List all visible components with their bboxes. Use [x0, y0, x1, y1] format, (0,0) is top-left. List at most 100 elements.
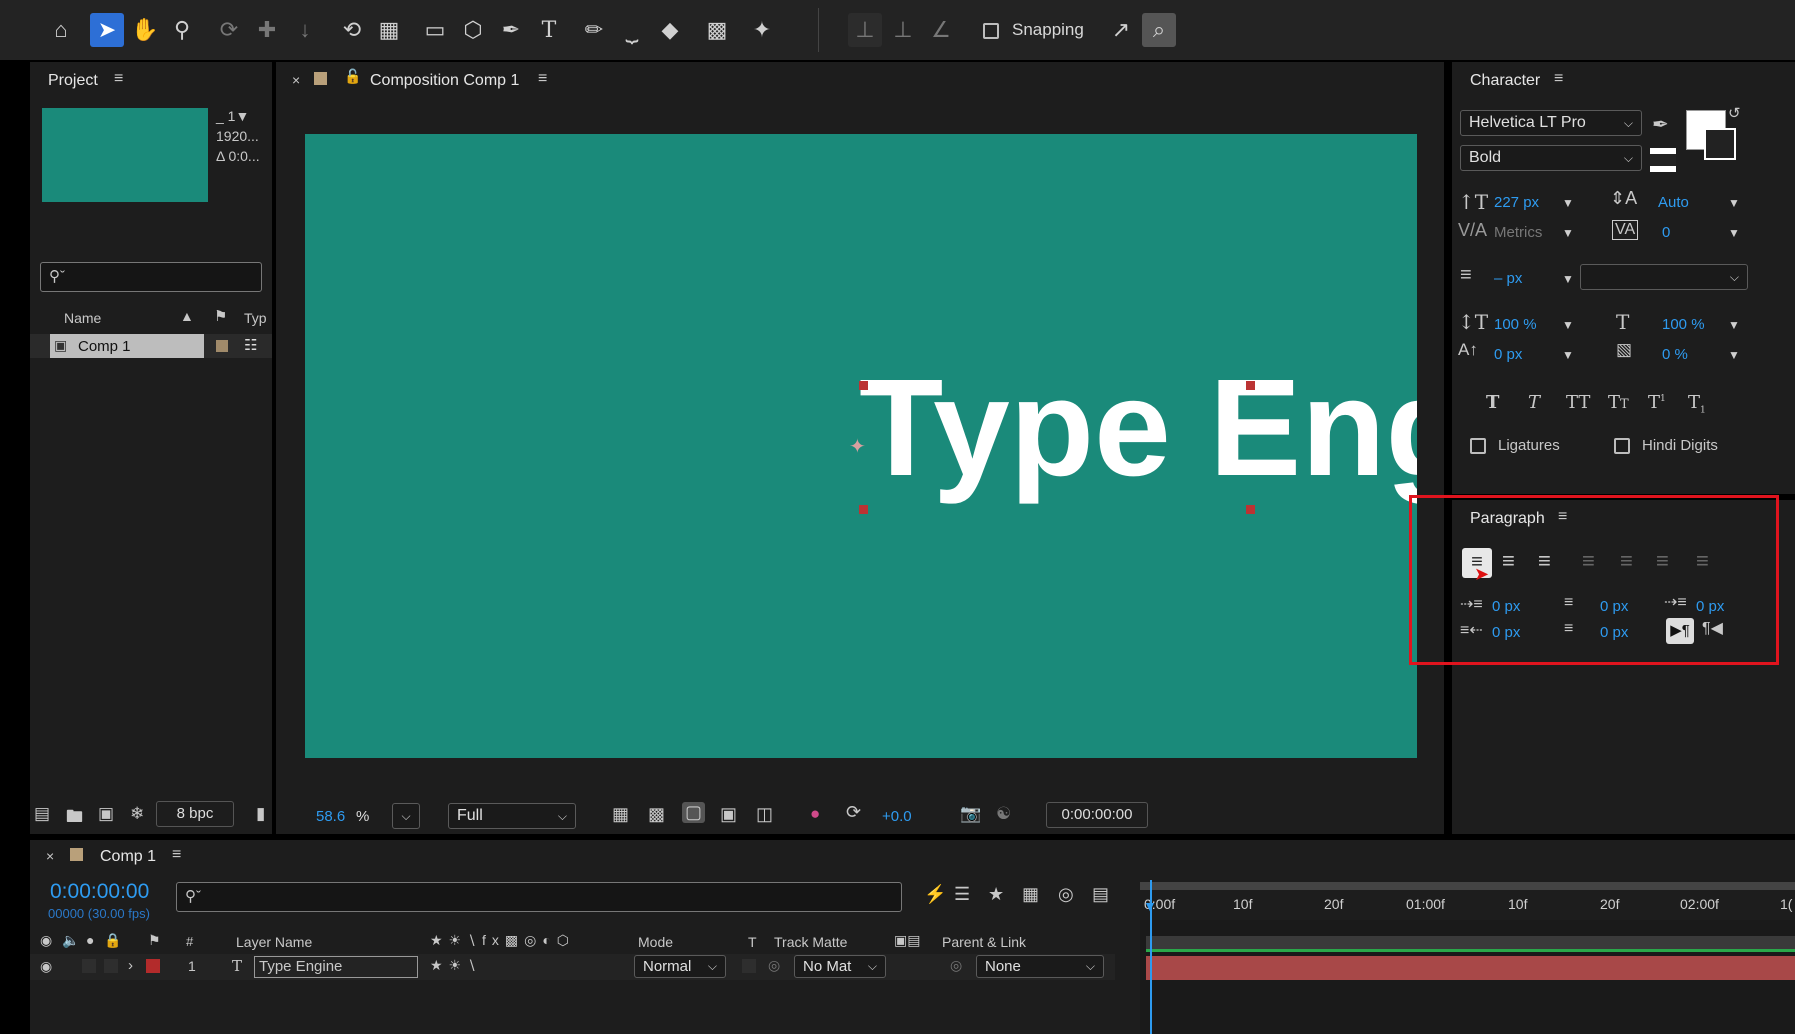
roto-brush-icon[interactable]: ▩	[700, 13, 734, 47]
chevron-down-icon[interactable]: ▼	[1728, 348, 1740, 362]
parent-dropdown[interactable]: None ⌵	[976, 955, 1104, 978]
panel-menu-icon[interactable]: ≡	[1554, 70, 1563, 88]
view-axis-icon[interactable]: ∠	[924, 13, 958, 47]
tracking-value[interactable]: 0	[1662, 224, 1670, 241]
column-type[interactable]: Typ	[244, 310, 267, 326]
ligatures-checkbox[interactable]	[1470, 438, 1486, 454]
kerning-value[interactable]: Metrics	[1494, 224, 1542, 241]
mode-dropdown[interactable]: Normal ⌵	[634, 955, 726, 978]
solo-box[interactable]	[82, 959, 96, 973]
chevron-down-icon[interactable]: ▼	[1728, 226, 1740, 240]
work-area-bar[interactable]	[1140, 882, 1795, 890]
rotate-tool-icon[interactable]: ⟲	[335, 13, 369, 47]
home-icon[interactable]: ⌂	[44, 13, 78, 47]
eye-icon[interactable]: ◉	[40, 958, 52, 975]
shy-layers-icon[interactable]: ☰	[954, 884, 970, 905]
draft-3d-icon[interactable]: ⚡	[924, 884, 946, 905]
anchor-point-tool-icon[interactable]: ▦	[372, 13, 406, 47]
layer-name-field[interactable]: Type Engine	[254, 956, 418, 978]
layer-switch-icons[interactable]: ★☀∖	[430, 957, 482, 974]
selection-tool-icon[interactable]: ➤	[90, 13, 124, 47]
bbox-handle[interactable]	[859, 505, 868, 514]
lock-icon[interactable]: 🔓	[344, 68, 361, 85]
chevron-down-icon[interactable]: ▼	[1562, 348, 1574, 362]
new-composition-icon[interactable]: ▣	[98, 804, 114, 824]
type-tool-icon[interactable]: T	[532, 13, 566, 47]
baseline-shift-value[interactable]: 0 px	[1494, 346, 1522, 363]
no-fill-swatch[interactable]	[1650, 148, 1676, 172]
layer-duration-bar[interactable]	[1146, 956, 1795, 980]
chevron-down-icon[interactable]: ▼	[1728, 196, 1740, 210]
table-row[interactable]: ◉ › 1 T Type Engine ★☀∖ Normal ⌵ ◎ No Ma…	[30, 954, 1115, 980]
faux-bold-button[interactable]: T	[1486, 392, 1499, 413]
superscript-button[interactable]: T1	[1648, 392, 1666, 413]
panel-menu-icon[interactable]: ≡	[538, 70, 547, 88]
bbox-handle[interactable]	[1246, 381, 1255, 390]
world-axis-icon[interactable]: ⊥	[886, 13, 920, 47]
tsume-value[interactable]: 0 %	[1662, 346, 1688, 363]
timeline-search-input[interactable]: ⚲ˇ	[176, 882, 902, 912]
hindi-digits-checkbox[interactable]	[1614, 438, 1630, 454]
leading-value[interactable]: Auto	[1658, 194, 1689, 211]
zoom-value[interactable]: 58.6	[316, 808, 345, 825]
snapping-checkbox[interactable]	[983, 23, 999, 39]
interpret-footage-icon[interactable]: ▤	[34, 804, 50, 824]
column-name[interactable]: Name	[64, 310, 101, 326]
transparency-grid-icon[interactable]: ▩	[648, 804, 665, 825]
new-folder-icon[interactable]: 🖿	[66, 804, 83, 833]
frame-blending-icon[interactable]: ★	[988, 884, 1004, 905]
chevron-down-icon[interactable]: ▼	[1728, 318, 1740, 332]
dolly-camera-icon[interactable]: ↓	[288, 13, 322, 47]
graph-editor-icon[interactable]: ◎	[1058, 884, 1074, 905]
pen-tool-icon[interactable]: ✒	[494, 13, 528, 47]
work-area-icon[interactable]: ▤	[1092, 884, 1109, 905]
reset-exposure-icon[interactable]: ⟳	[846, 802, 861, 823]
expand-chevron-icon[interactable]: ›	[128, 957, 133, 974]
motion-blur-icon[interactable]: ▦	[1022, 884, 1039, 905]
parent-header[interactable]: Parent & Link	[942, 934, 1026, 950]
layer-name-header[interactable]: Layer Name	[236, 934, 312, 950]
track-matte-dropdown[interactable]: No Mat ⌵	[794, 955, 886, 978]
vertical-scale-value[interactable]: 100 %	[1494, 316, 1537, 333]
snap-edge-icon[interactable]: ↗	[1104, 13, 1138, 47]
region-of-interest-icon[interactable]: ▢	[682, 802, 706, 823]
flowchart-icon[interactable]: ❄	[130, 804, 144, 824]
all-caps-button[interactable]: TT	[1566, 392, 1590, 413]
small-caps-button[interactable]: TT	[1608, 392, 1629, 413]
clone-stamp-icon[interactable]: ⏟	[615, 13, 649, 47]
project-list-item[interactable]: ▣ Comp 1 ☷	[30, 334, 272, 358]
panel-menu-icon[interactable]: ≡	[172, 846, 181, 864]
trash-icon[interactable]: ▮	[256, 804, 265, 824]
anchor-point-icon[interactable]: ✦	[849, 434, 866, 459]
subscript-button[interactable]: T1	[1688, 392, 1706, 416]
chevron-down-icon[interactable]: ▼	[1562, 272, 1574, 286]
preserve-transparency-box[interactable]	[742, 959, 756, 973]
chevron-down-icon[interactable]: ▼	[1562, 226, 1574, 240]
project-search-input[interactable]: ⚲ˇ	[40, 262, 262, 292]
zoom-dropdown[interactable]: ⌵	[392, 803, 420, 829]
font-style-dropdown[interactable]: Bold ⌵	[1460, 145, 1642, 171]
label-color-swatch[interactable]	[216, 340, 228, 352]
label-tag-icon[interactable]: ⚑	[214, 307, 227, 325]
close-tab-icon[interactable]: ×	[46, 848, 54, 864]
snap-feature-icon[interactable]: ⌕	[1142, 13, 1176, 47]
fast-previews-icon[interactable]: ▦	[612, 804, 629, 825]
mask-visibility-icon[interactable]: ▣	[720, 804, 737, 825]
stroke-style-dropdown[interactable]: ⌵	[1580, 264, 1748, 290]
chevron-down-icon[interactable]: ▼	[1562, 196, 1574, 210]
sort-up-icon[interactable]: ▲	[180, 308, 194, 324]
snapshot-camera-icon[interactable]: 📷	[960, 804, 981, 824]
playhead-handle-icon[interactable]: ▼	[1143, 898, 1157, 914]
canvas-text[interactable]: Type Eng	[859, 358, 1417, 498]
stroke-width-value[interactable]: – px	[1494, 270, 1522, 287]
composition-canvas[interactable]: Type Eng ✦	[305, 134, 1417, 758]
bpc-button[interactable]: 8 bpc	[156, 801, 234, 827]
chevron-down-icon[interactable]: ▼	[1562, 318, 1574, 332]
faux-italic-button[interactable]: T	[1528, 392, 1540, 413]
lock-box[interactable]	[104, 959, 118, 973]
composition-tab-title[interactable]: Composition Comp 1	[370, 72, 519, 90]
show-snapshot-icon[interactable]: ☯	[996, 804, 1011, 824]
close-tab-icon[interactable]: ×	[292, 72, 300, 88]
rectangle-tool-icon[interactable]: ▭	[418, 13, 452, 47]
eyedropper-icon[interactable]: ✒	[1652, 112, 1669, 137]
